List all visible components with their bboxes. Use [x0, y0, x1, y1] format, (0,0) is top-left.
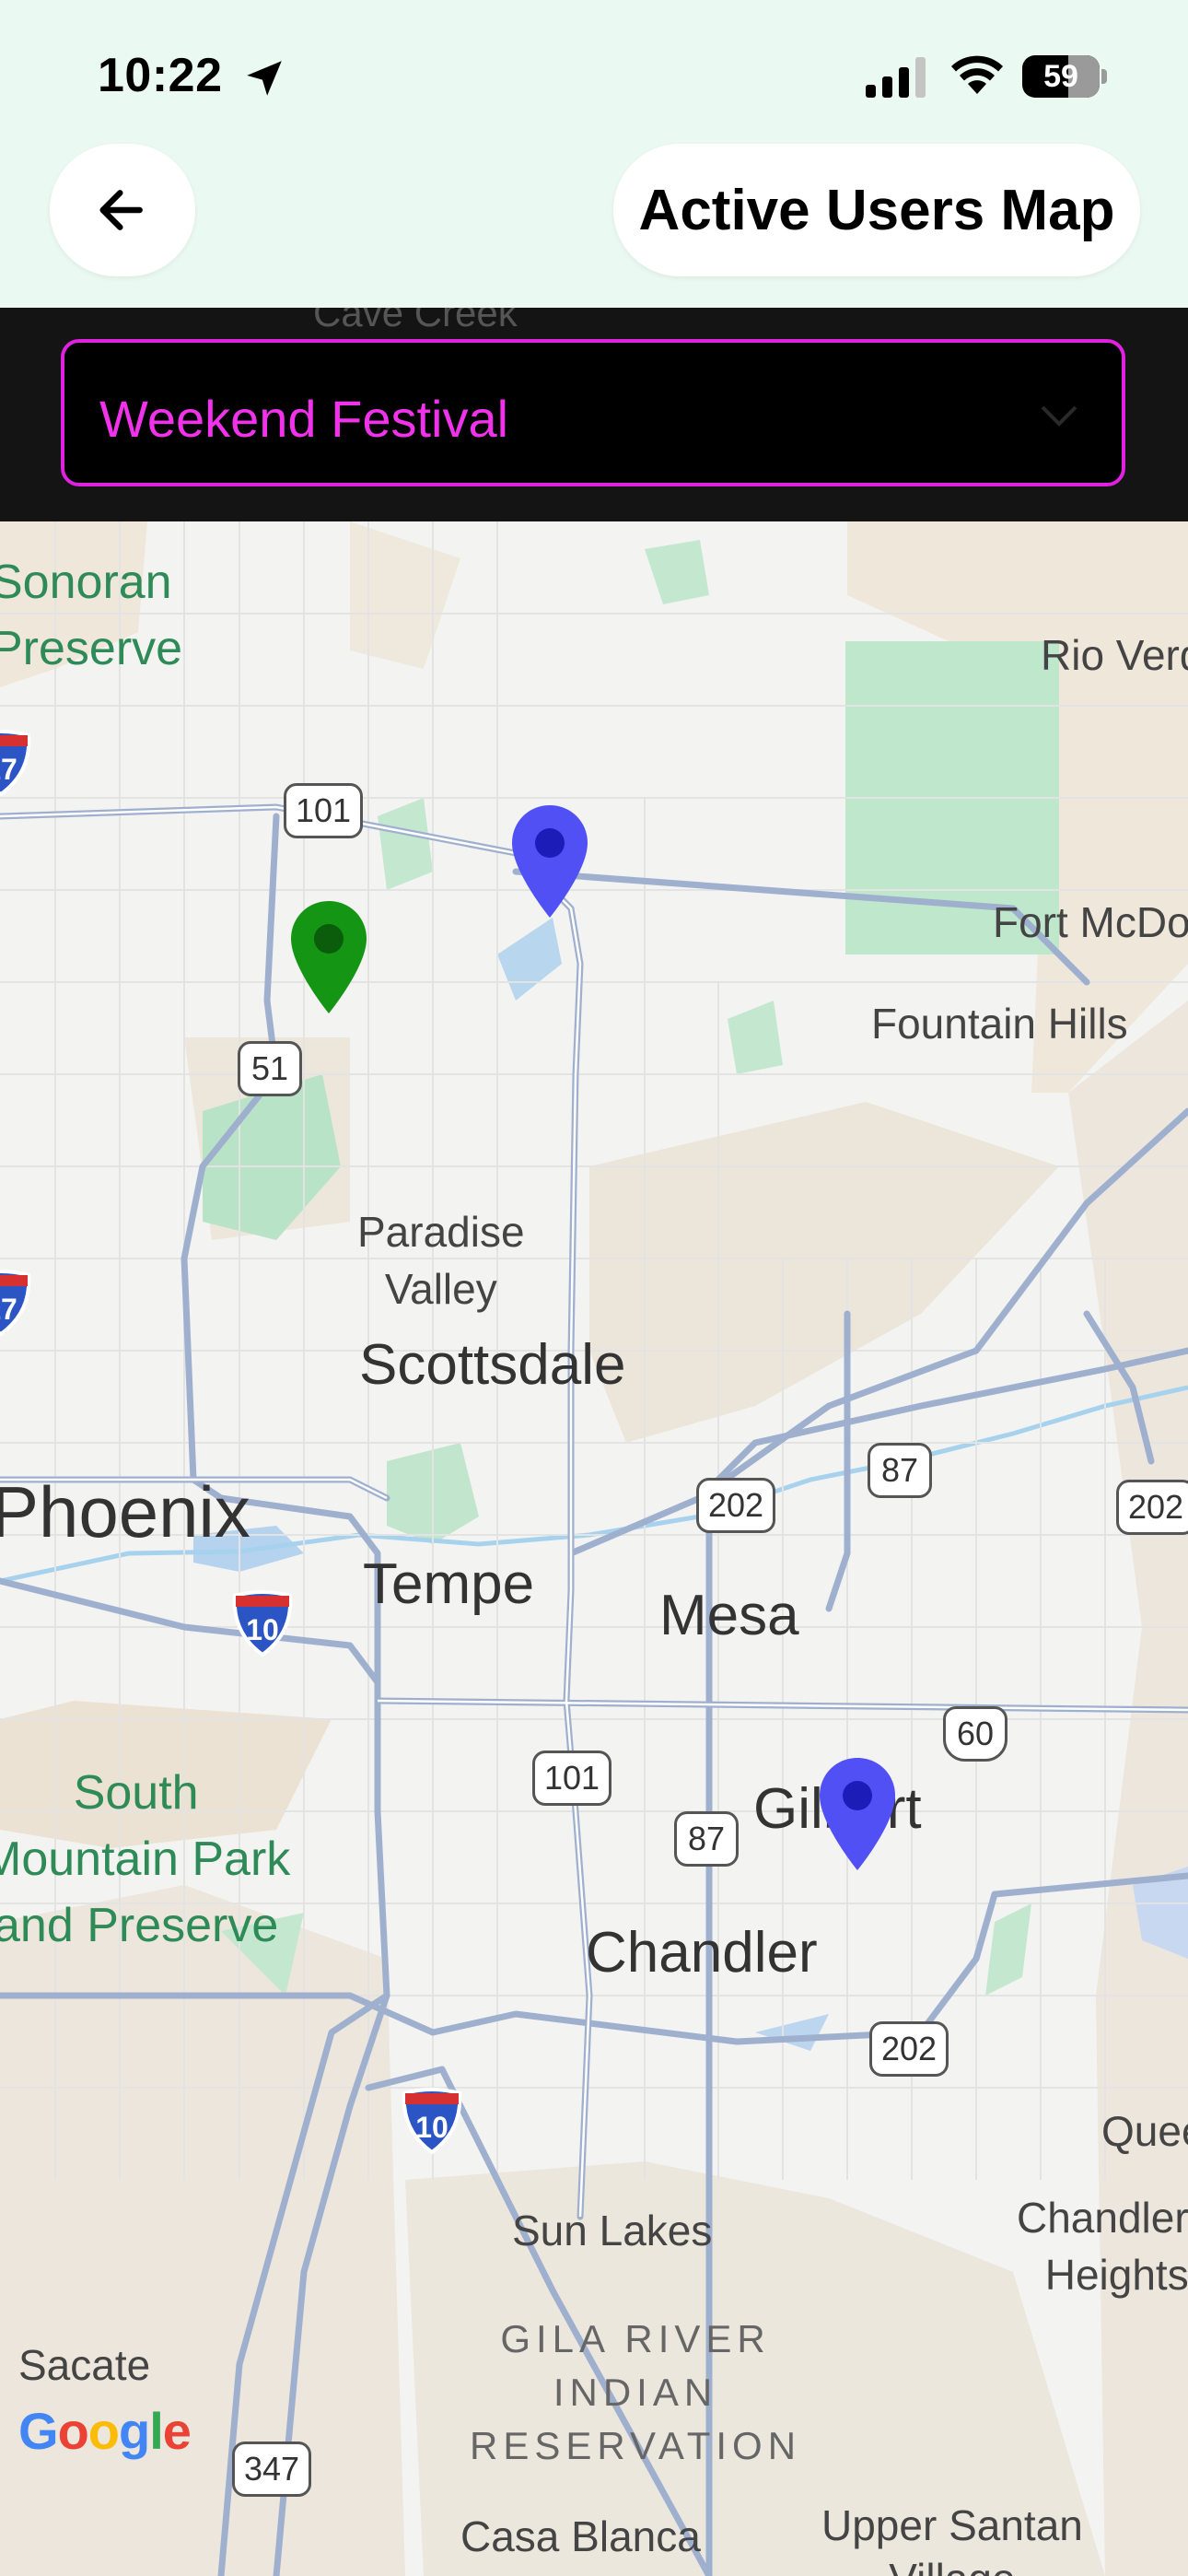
map-label-fountain-hills: Fountain Hills [871, 1000, 1128, 1048]
location-arrow-icon [247, 61, 282, 96]
back-button[interactable] [50, 144, 195, 276]
interstate-10-south-label: 10 [415, 2111, 448, 2144]
route-shield-60: 60 [943, 1706, 1007, 1762]
map-pin-green[interactable] [289, 899, 368, 1015]
status-time: 10:22 [98, 49, 223, 102]
map-label-tempe: Tempe [363, 1552, 535, 1616]
map-pin-blue-north[interactable] [510, 803, 589, 919]
route-shield-202-east: 202 [1116, 1480, 1188, 1535]
map-label-sacate: Sacate [18, 2341, 151, 2389]
map-view[interactable]: Sonoran Preserve Rio Verde Fort McDowell… [0, 521, 1188, 2576]
map-label-casa-blanca: Casa Blanca [460, 2512, 701, 2560]
chevron-down-icon [1041, 405, 1077, 427]
map-label-chandler: Chandler [586, 1921, 818, 1985]
map-label-rio-verde: Rio Verde [1041, 631, 1188, 679]
route-shield-87-south: 87 [674, 1811, 739, 1867]
map-label-paradise-valley: Paradise Valley [357, 1208, 525, 1313]
route-shield-51: 51 [238, 1041, 302, 1096]
cellular-signal-icon [866, 57, 926, 98]
map-label-cave-creek: Cave Creek [313, 308, 518, 334]
map-label-mesa: Mesa [659, 1584, 799, 1647]
route-shield-101-south: 101 [532, 1751, 612, 1806]
interstate-10-south-icon: 10 [400, 2086, 464, 2155]
map-label-scottsdale: Scottsdale [359, 1333, 626, 1397]
route-shield-101: 101 [284, 783, 364, 838]
arrow-left-icon [99, 190, 143, 230]
map-label-south-mountain: South Mountain Park and Preserve [0, 1766, 291, 1952]
interstate-17-label: 17 [0, 753, 17, 786]
interstate-17-mid-icon: 17 [0, 1268, 33, 1337]
battery-percent: 59 [1043, 59, 1078, 94]
route-shield-202-south: 202 [869, 2021, 949, 2077]
map-label-sun-lakes: Sun Lakes [512, 2207, 713, 2254]
interstate-10-icon: 10 [230, 1588, 295, 1657]
map-label-phoenix: Phoenix [0, 1471, 250, 1552]
wifi-icon [951, 55, 1003, 94]
map-pin-blue-gilbert[interactable] [818, 1756, 897, 1872]
interstate-17-mid-label: 17 [0, 1293, 17, 1326]
map-label-queen-creek: Queen Creek [1101, 2107, 1188, 2155]
map-label-gila-river: GILA RIVER INDIAN RESERVATION [470, 2317, 802, 2467]
map-label-sonoran-preserve: Sonoran Preserve [0, 556, 183, 675]
google-logo: Google [18, 2402, 192, 2460]
route-shield-347: 347 [232, 2441, 312, 2497]
page-title-pill: Active Users Map [613, 144, 1140, 276]
event-select-value: Weekend Festival [99, 390, 509, 448]
route-shield-202: 202 [696, 1478, 776, 1533]
map-label-fort-mcdowell: Fort McDowell [993, 898, 1188, 946]
event-select-dropdown[interactable]: Weekend Festival [61, 339, 1125, 486]
interstate-10-label: 10 [246, 1613, 279, 1646]
route-shield-87: 87 [868, 1443, 932, 1498]
page-title: Active Users Map [638, 178, 1115, 242]
map-label-chandler-heights: Chandler Heights [1017, 2194, 1188, 2299]
battery-icon: 59 [1022, 55, 1109, 100]
status-bar: 10:22 59 [0, 0, 1188, 138]
interstate-17-icon: 17 [0, 728, 33, 797]
map-label-upper-santan: Upper Santan Village [821, 2501, 1083, 2576]
